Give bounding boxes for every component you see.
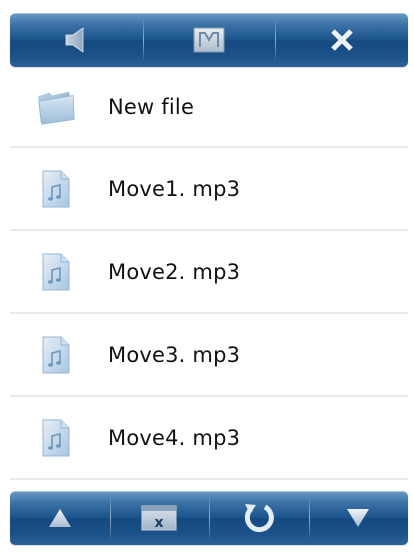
down-arrow-icon: [347, 509, 370, 527]
music-file-icon: [35, 249, 77, 295]
refresh-icon: [244, 504, 274, 533]
list-item-move4[interactable]: Move4. mp3: [10, 397, 408, 480]
refresh-button[interactable]: [209, 491, 309, 545]
up-arrow-icon: [48, 509, 71, 527]
bottom-toolbar: x: [10, 491, 408, 545]
file-name: Move3. mp3: [108, 342, 241, 367]
mark-icon: [193, 27, 225, 53]
file-name: Move1. mp3: [108, 176, 241, 201]
file-name: New file: [108, 95, 195, 119]
scroll-up-button[interactable]: [10, 491, 110, 545]
delete-icon-label: x: [155, 515, 164, 531]
delete-button[interactable]: x: [109, 491, 210, 545]
music-file-icon: [35, 415, 77, 461]
top-toolbar: [10, 13, 408, 67]
close-icon: [330, 29, 353, 51]
list-item-new-file[interactable]: New file: [10, 68, 408, 148]
speaker-button[interactable]: [10, 13, 143, 67]
speaker-icon: [65, 27, 84, 53]
scroll-down-button[interactable]: [308, 491, 409, 545]
file-name: Move4. mp3: [108, 425, 241, 450]
music-file-icon: [35, 332, 77, 378]
file-list: New file Move1. mp3 Move2. mp3 Move3. mp…: [10, 68, 408, 480]
music-file-icon: [35, 166, 77, 212]
folder-icon: [35, 84, 77, 130]
list-item-move1[interactable]: Move1. mp3: [10, 148, 408, 231]
mark-button[interactable]: [142, 13, 276, 67]
close-button[interactable]: [275, 13, 408, 67]
delete-icon: x: [141, 505, 177, 531]
list-item-move2[interactable]: Move2. mp3: [10, 231, 408, 314]
file-name: Move2. mp3: [108, 259, 241, 284]
list-item-move3[interactable]: Move3. mp3: [10, 314, 408, 397]
